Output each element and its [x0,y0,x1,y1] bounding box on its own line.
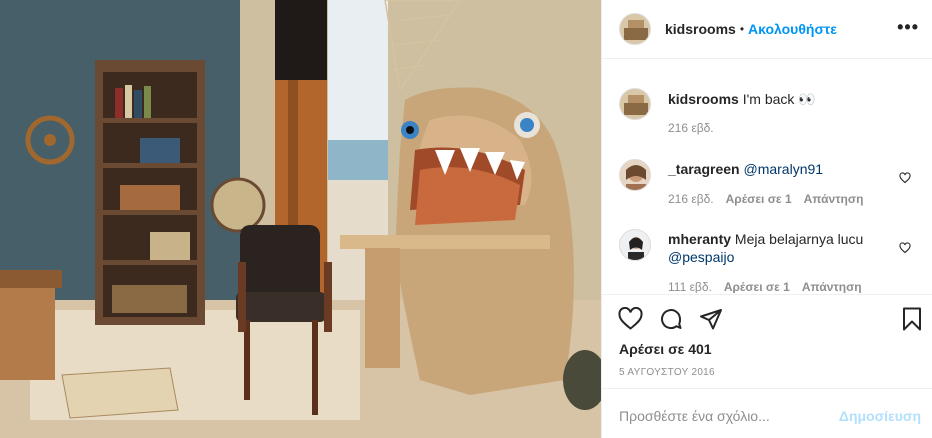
comment-mention[interactable]: @pespaijo [668,249,734,265]
comment-username[interactable]: _taragreen [668,161,740,177]
comment-mention[interactable]: @maralyn91 [743,161,823,177]
heart-small-icon[interactable] [899,241,911,257]
avatar[interactable] [619,13,651,45]
post-comment-button[interactable]: Δημοσίευση [839,408,921,424]
bookmark-icon[interactable] [901,307,923,334]
more-options-icon[interactable]: ••• [897,18,919,36]
kids-room-photo [0,0,601,438]
comment-text: Meja belajarnya lucu [734,231,864,247]
paper-plane-icon[interactable] [699,307,723,334]
caption-row: kidsrooms I'm back 👀 216 εβδ. [619,88,919,137]
post-actions: Αρέσει σε 401 5 ΑΥΓΟΥΣΤΟΥ 2016 [602,294,932,388]
follow-button[interactable]: Ακολουθήστε [748,21,837,37]
avatar[interactable] [619,159,651,191]
post-sidebar: kidsrooms • Ακολουθήστε ••• kidsrooms I'… [601,0,932,438]
post-header: kidsrooms • Ακολουθήστε ••• [602,0,932,59]
reply-button[interactable]: Απάντηση [802,278,862,293]
add-comment-bar: Προσθέστε ένα σχόλιο... Δημοσίευση [602,388,932,438]
post-photo[interactable] [0,0,601,438]
kidsrooms-avatar-image [620,14,650,44]
post-date[interactable]: 5 ΑΥΓΟΥΣΤΟΥ 2016 [619,367,715,378]
comment-icon[interactable] [659,307,683,334]
caption-username[interactable]: kidsrooms [668,91,739,107]
kidsrooms-avatar-image [620,89,650,119]
mheranty-avatar-image [620,230,650,260]
comment-username[interactable]: mheranty [668,231,731,247]
comment-input[interactable]: Προσθέστε ένα σχόλιο... [619,408,770,424]
comment-row: _taragreen @maralyn91 216 εβδ. Αρέσει σε… [619,159,919,208]
avatar[interactable] [619,229,651,261]
heart-small-icon[interactable] [899,171,911,187]
comment-row: mheranty Meja belajarnya lucu @pespaijo … [619,229,919,293]
likes-count[interactable]: Αρέσει σε 401 [619,341,712,357]
header-username[interactable]: kidsrooms [665,21,736,37]
separator-dot: • [739,22,745,36]
comment-likes[interactable]: Αρέσει σε 1 [726,190,792,208]
reply-button[interactable]: Απάντηση [804,190,864,208]
comment-time[interactable]: 216 εβδ. [668,190,714,208]
comment-likes[interactable]: Αρέσει σε 1 [724,278,790,293]
caption-time[interactable]: 216 εβδ. [668,119,714,137]
comments-list: kidsrooms I'm back 👀 216 εβδ. _taragreen… [602,60,932,293]
comment-time[interactable]: 111 εβδ. [668,278,712,293]
heart-icon[interactable] [618,306,643,334]
caption-text: I'm back 👀 [742,91,816,107]
avatar[interactable] [619,88,651,120]
taragreen-avatar-image [620,160,650,190]
